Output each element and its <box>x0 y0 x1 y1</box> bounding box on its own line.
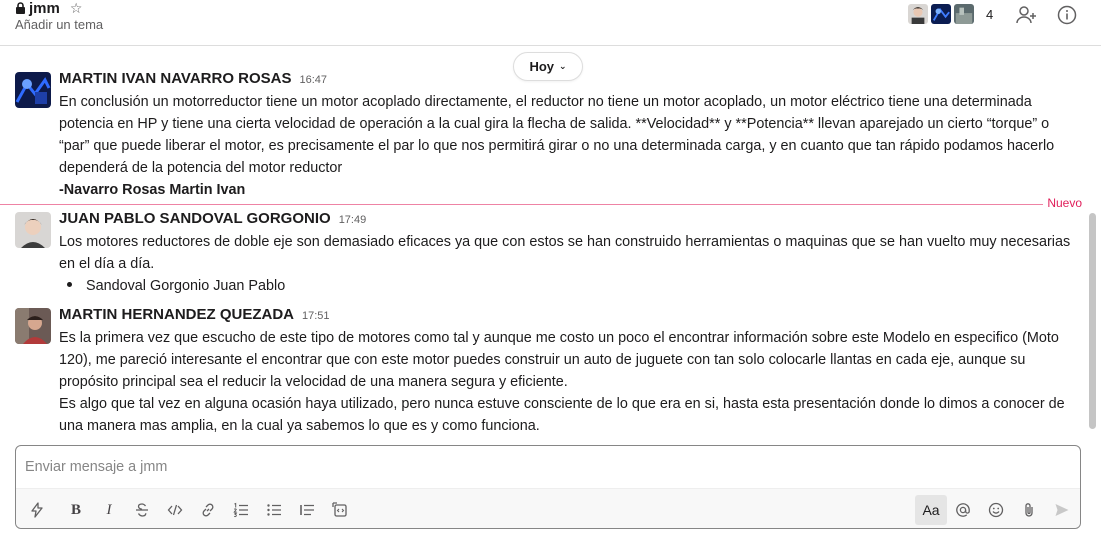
attachment-icon[interactable] <box>1016 497 1042 523</box>
list-item-text: Sandoval Gorgonio Juan Pablo <box>86 278 286 294</box>
message-author[interactable]: MARTIN HERNANDEZ QUEZADA <box>59 306 294 323</box>
message-text: En conclusión un motorreductor tiene un … <box>59 94 1055 176</box>
channel-topic[interactable]: Añadir un tema <box>15 17 103 32</box>
message-body: Los motores reductores de doble eje son … <box>59 231 1079 297</box>
message: MARTIN IVAN NAVARRO ROSAS 16:47 En concl… <box>0 70 1090 200</box>
star-icon[interactable]: ☆ <box>70 0 83 17</box>
message-text: Es algo que tal vez en alguna ocasión ha… <box>59 396 1065 434</box>
member-avatar <box>953 3 975 25</box>
list-item: Sandoval Gorgonio Juan Pablo <box>59 275 1079 297</box>
avatar[interactable] <box>15 72 51 108</box>
message-timestamp[interactable]: 17:51 <box>302 310 330 322</box>
new-messages-label: Nuevo <box>1043 196 1082 210</box>
scrollbar[interactable] <box>1089 213 1096 429</box>
message-composer: B I Aa <box>15 445 1081 529</box>
italic-icon[interactable]: I <box>96 497 122 523</box>
info-icon[interactable] <box>1056 4 1078 26</box>
formatting-toggle-button[interactable]: Aa <box>915 495 947 525</box>
message-text: Es la primera vez que escucho de este ti… <box>59 330 1059 390</box>
bullet-dot <box>67 281 72 287</box>
code-icon[interactable] <box>162 497 188 523</box>
message-timestamp[interactable]: 16:47 <box>300 74 328 86</box>
member-avatar <box>907 3 929 25</box>
message-text: Los motores reductores de doble eje son … <box>59 234 1071 272</box>
code-block-icon[interactable] <box>327 497 353 523</box>
day-divider-button[interactable]: Hoy ⌄ <box>513 52 583 81</box>
chevron-down-icon: ⌄ <box>559 61 567 71</box>
channel-name: jmm <box>29 0 60 17</box>
message-author[interactable]: MARTIN IVAN NAVARRO ROSAS <box>59 70 292 87</box>
lock-icon <box>16 2 25 14</box>
strikethrough-icon[interactable] <box>129 497 155 523</box>
bold-icon[interactable]: B <box>63 497 89 523</box>
avatar[interactable] <box>15 308 51 344</box>
message: JUAN PABLO SANDOVAL GORGONIO 17:49 Los m… <box>0 210 1090 294</box>
channel-header: jmm ☆ Añadir un tema 4 <box>0 0 1101 46</box>
member-avatar <box>930 3 952 25</box>
bulleted-list-icon[interactable] <box>261 497 287 523</box>
message-signature: -Navarro Rosas Martin Ivan <box>59 182 246 198</box>
message-list[interactable]: MARTIN IVAN NAVARRO ROSAS 16:47 En concl… <box>0 46 1090 439</box>
channel-title[interactable]: jmm ☆ <box>15 0 83 17</box>
message-input[interactable] <box>25 456 1025 478</box>
link-icon[interactable] <box>195 497 221 523</box>
send-icon[interactable] <box>1049 497 1075 523</box>
message-body: Es la primera vez que escucho de este ti… <box>59 327 1079 437</box>
message-timestamp[interactable]: 17:49 <box>339 214 367 226</box>
day-divider-label: Hoy <box>529 59 554 74</box>
message-author[interactable]: JUAN PABLO SANDOVAL GORGONIO <box>59 210 331 227</box>
new-messages-divider <box>0 204 1082 205</box>
blockquote-icon[interactable] <box>294 497 320 523</box>
member-avatars[interactable]: 4 <box>907 3 993 25</box>
ordered-list-icon[interactable] <box>228 497 254 523</box>
message-body: En conclusión un motorreductor tiene un … <box>59 91 1079 201</box>
member-count: 4 <box>986 6 994 22</box>
emoji-icon[interactable] <box>983 497 1009 523</box>
add-member-icon[interactable] <box>1015 4 1037 26</box>
mention-icon[interactable] <box>950 497 976 523</box>
composer-toolbar: B I Aa <box>16 488 1080 528</box>
avatar[interactable] <box>15 212 51 248</box>
lightning-icon[interactable] <box>24 497 50 523</box>
message: MARTIN HERNANDEZ QUEZADA 17:51 Es la pri… <box>0 306 1090 439</box>
